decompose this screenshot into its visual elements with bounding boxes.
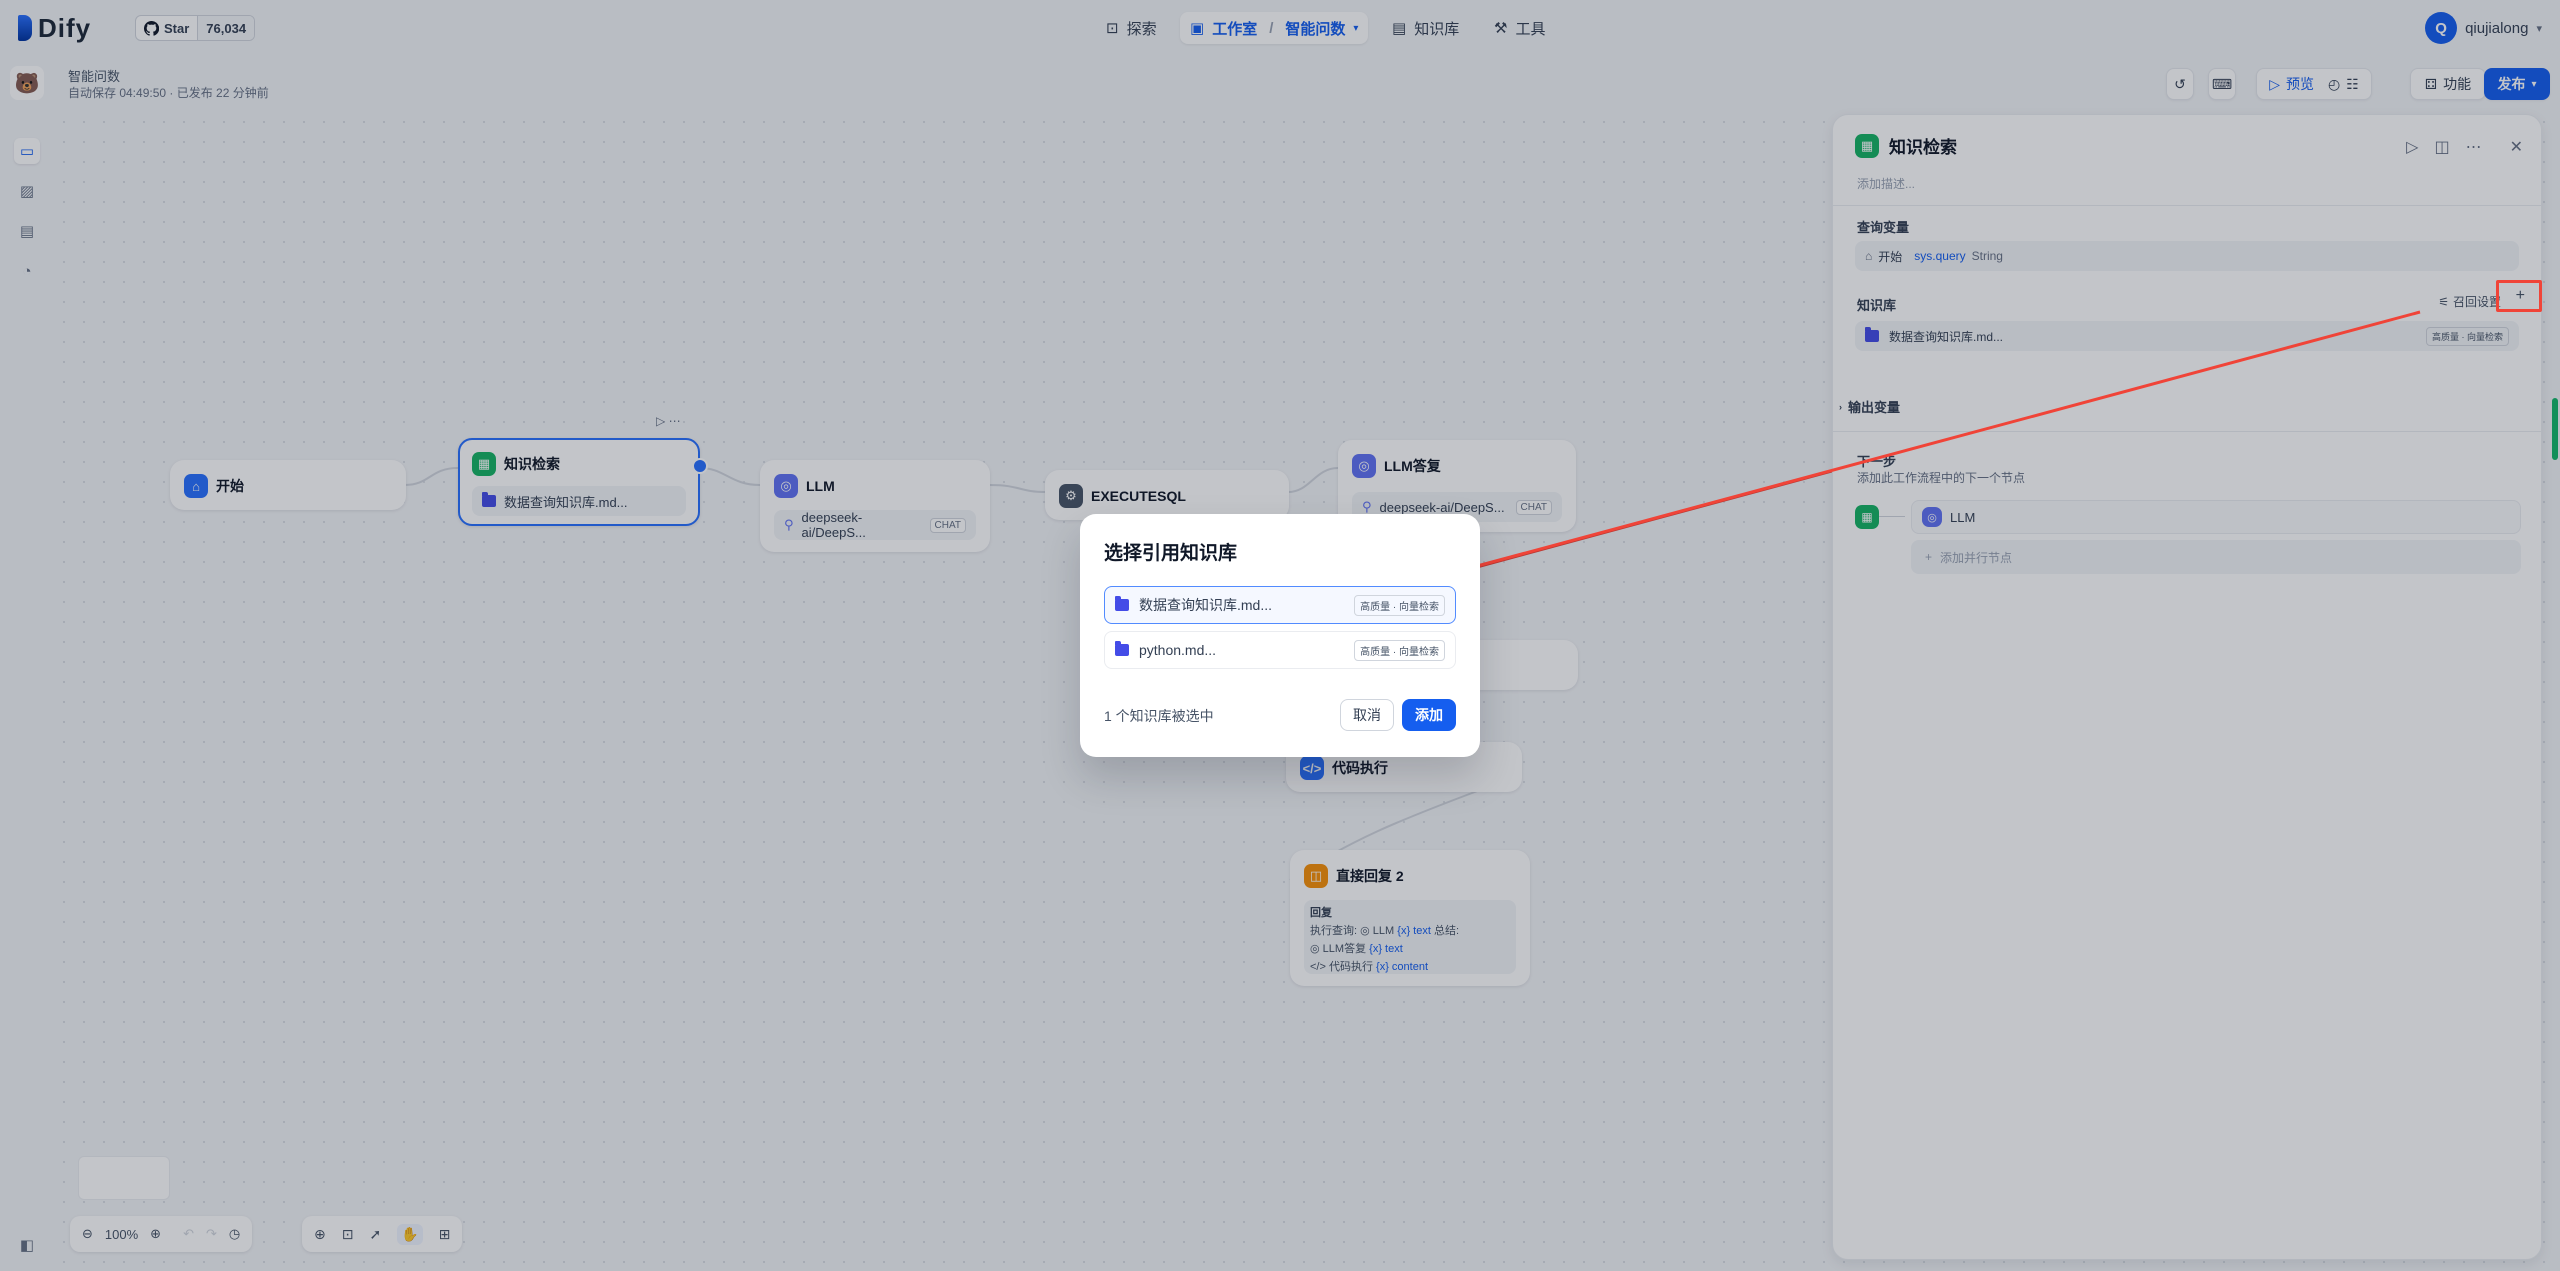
knowledge-option-badge: 高质量 · 向量检索 [1354, 594, 1445, 616]
highlight-box [2496, 280, 2542, 312]
folder-icon [1115, 596, 1129, 611]
knowledge-option[interactable]: python.md... 高质量 · 向量检索 [1104, 631, 1456, 669]
knowledge-option[interactable]: 数据查询知识库.md... 高质量 · 向量检索 [1104, 586, 1456, 624]
cancel-button[interactable]: 取消 [1340, 699, 1394, 731]
selected-count: 1 个知识库被选中 [1104, 708, 1214, 724]
folder-icon [1115, 641, 1129, 656]
select-knowledge-modal: 选择引用知识库 数据查询知识库.md... 高质量 · 向量检索 python.… [1080, 514, 1480, 757]
add-button[interactable]: 添加 [1402, 699, 1456, 731]
knowledge-option-name: python.md... [1139, 642, 1217, 658]
knowledge-option-badge: 高质量 · 向量检索 [1354, 639, 1445, 661]
knowledge-option-name: 数据查询知识库.md... [1139, 597, 1273, 613]
modal-title: 选择引用知识库 [1104, 543, 1238, 564]
